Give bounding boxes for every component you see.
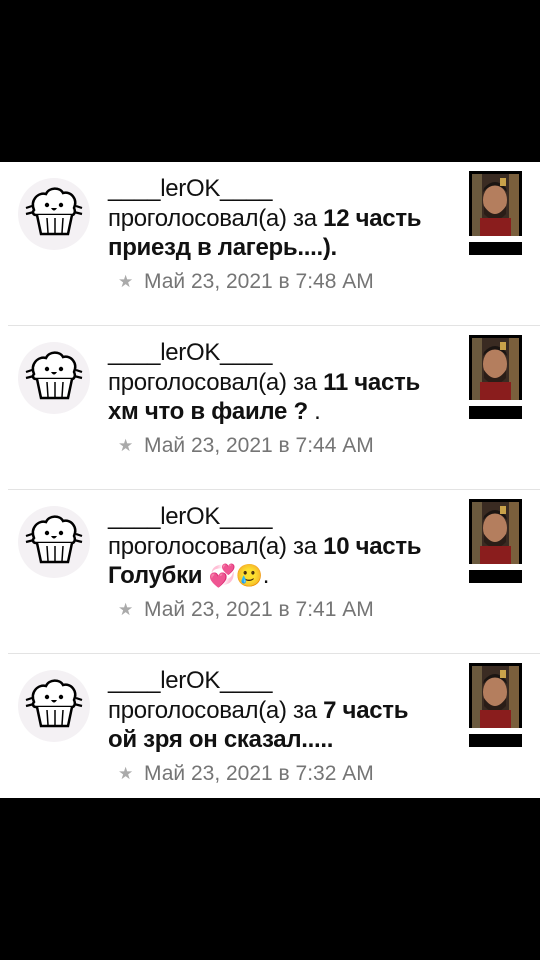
cover-photo (472, 174, 519, 236)
vote-description: проголосовал(а) за 11 часть хм что в фаи… (108, 368, 458, 426)
cover-strip (469, 564, 522, 570)
muffin-avatar-icon (25, 187, 83, 236)
story-cover-thumbnail[interactable] (469, 335, 522, 419)
story-part-title[interactable]: Голубки (108, 562, 209, 589)
vote-description: проголосовал(а) за 7 часть ой зря он ска… (108, 696, 458, 754)
story-cover-thumbnail[interactable] (469, 499, 522, 583)
story-part-link[interactable]: 7 часть (323, 697, 408, 724)
title-tail: . (307, 398, 321, 425)
star-icon: ★ (118, 764, 134, 783)
story-part-title[interactable]: ой зря он сказал..... (108, 726, 333, 753)
avatar[interactable] (18, 506, 90, 578)
cover-photo (472, 338, 519, 400)
username-link[interactable]: ____lerOK____ (108, 338, 458, 368)
list-item[interactable]: ____lerOK____ проголосовал(а) за 11 част… (0, 326, 540, 490)
avatar[interactable] (18, 670, 90, 742)
star-icon: ★ (118, 272, 134, 291)
vote-description: проголосовал(а) за 10 часть Голубки 💞🥲. (108, 532, 458, 590)
username-link[interactable]: ____lerOK____ (108, 502, 458, 532)
voting-activity-feed: ____lerOK____ проголосовал(а) за 12 част… (0, 162, 540, 798)
vote-verb: проголосовал(а) за (108, 205, 317, 232)
story-part-title[interactable]: хм что в фаиле ? (108, 398, 308, 425)
list-item[interactable]: ____lerOK____ проголосовал(а) за 12 част… (0, 162, 540, 326)
vote-timestamp: ★ Май 23, 2021 в 7:44 AM (118, 434, 374, 457)
muffin-avatar-icon (25, 351, 83, 400)
avatar[interactable] (18, 342, 90, 414)
muffin-avatar-icon (25, 679, 83, 728)
cover-photo (472, 502, 519, 564)
vote-verb: проголосовал(а) за (108, 369, 317, 396)
title-tail: . (262, 562, 270, 589)
vote-timestamp: ★ Май 23, 2021 в 7:48 AM (118, 270, 374, 293)
cover-photo (472, 666, 519, 728)
cover-strip (469, 400, 522, 406)
username-link[interactable]: ____lerOK____ (108, 666, 458, 696)
vote-timestamp: ★ Май 23, 2021 в 7:41 AM (118, 598, 374, 621)
vote-verb: проголосовал(а) за (108, 533, 317, 560)
story-cover-thumbnail[interactable] (469, 171, 522, 255)
list-item[interactable]: ____lerOK____ проголосовал(а) за 10 част… (0, 490, 540, 654)
story-cover-thumbnail[interactable] (469, 663, 522, 747)
hearts-smile-emoji: 💞🥲 (208, 563, 263, 588)
story-part-link[interactable]: 10 часть (323, 533, 421, 560)
username-link[interactable]: ____lerOK____ (108, 174, 458, 204)
list-item[interactable]: ____lerOK____ проголосовал(а) за 7 часть… (0, 654, 540, 798)
avatar[interactable] (18, 178, 90, 250)
star-icon: ★ (118, 600, 134, 619)
star-icon: ★ (118, 436, 134, 455)
story-part-title[interactable]: приезд в лагерь....). (108, 234, 337, 261)
story-part-link[interactable]: 11 часть (323, 369, 420, 396)
cover-strip (469, 728, 522, 734)
vote-timestamp: ★ Май 23, 2021 в 7:32 AM (118, 762, 374, 785)
top-black-bar (0, 0, 540, 162)
story-part-link[interactable]: 12 часть (323, 205, 421, 232)
muffin-avatar-icon (25, 515, 83, 564)
cover-strip (469, 236, 522, 242)
vote-verb: проголосовал(а) за (108, 697, 317, 724)
vote-description: проголосовал(а) за 12 часть приезд в лаг… (108, 204, 458, 262)
bottom-black-bar (0, 798, 540, 960)
